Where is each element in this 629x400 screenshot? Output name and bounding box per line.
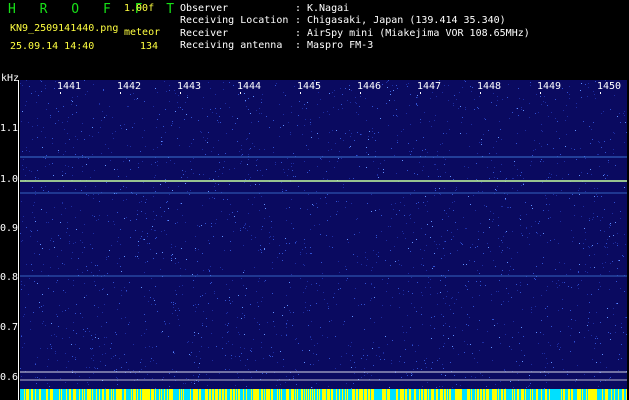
time-tick-label: 1449	[536, 81, 563, 92]
info-row-antenna: Receiving antenna: Maspro FM-3	[180, 39, 374, 51]
version-label: 1.00f	[124, 3, 155, 14]
y-tick-label: 0.8	[0, 272, 19, 283]
time-tick-label: 1448	[476, 81, 503, 92]
time-tick-label: 1450	[596, 81, 623, 92]
time-tick-label: 1443	[176, 81, 203, 92]
y-tick-label: 0.7	[0, 322, 19, 333]
app-title: H R O F F T	[8, 2, 183, 17]
spectrogram-canvas	[20, 80, 627, 391]
spectrogram-plot[interactable]	[20, 80, 627, 391]
time-tick-label: 1447	[416, 81, 443, 92]
y-tick-label: 0.6	[0, 372, 19, 383]
signal-level-strip	[20, 389, 627, 400]
meteor-label: meteor	[124, 27, 161, 38]
time-tick-label: 1444	[236, 81, 263, 92]
y-tick-label: 1.1	[0, 123, 19, 134]
y-axis-unit: kHz	[1, 73, 20, 84]
info-row-receiver: Receiver: AirSpy mini (Miakejima VOR 108.…	[180, 27, 530, 39]
info-row-observer: Observer: K.Nagai	[180, 3, 350, 14]
station-info: Observer: K.Nagai Receiving Location: Chig…	[180, 3, 530, 52]
time-tick-label: 1441	[56, 81, 83, 92]
datetime-label: 25.09.14 14:40	[10, 41, 95, 52]
info-row-location: Receiving Location: Chigasaki, Japan (139…	[180, 15, 506, 27]
time-tick-label: 1442	[116, 81, 143, 92]
filename-label: KN9_2509141440.png	[10, 23, 119, 34]
y-tick-label: 1.0	[0, 174, 19, 185]
time-tick-label: 1445	[296, 81, 323, 92]
meteor-count: 134	[140, 41, 159, 52]
y-tick-label: 0.9	[0, 223, 19, 234]
header-panel: H R O F F T 1.00f KN9_2509141440.png met…	[0, 0, 629, 76]
y-axis-line	[18, 80, 19, 400]
time-tick-label: 1446	[356, 81, 383, 92]
